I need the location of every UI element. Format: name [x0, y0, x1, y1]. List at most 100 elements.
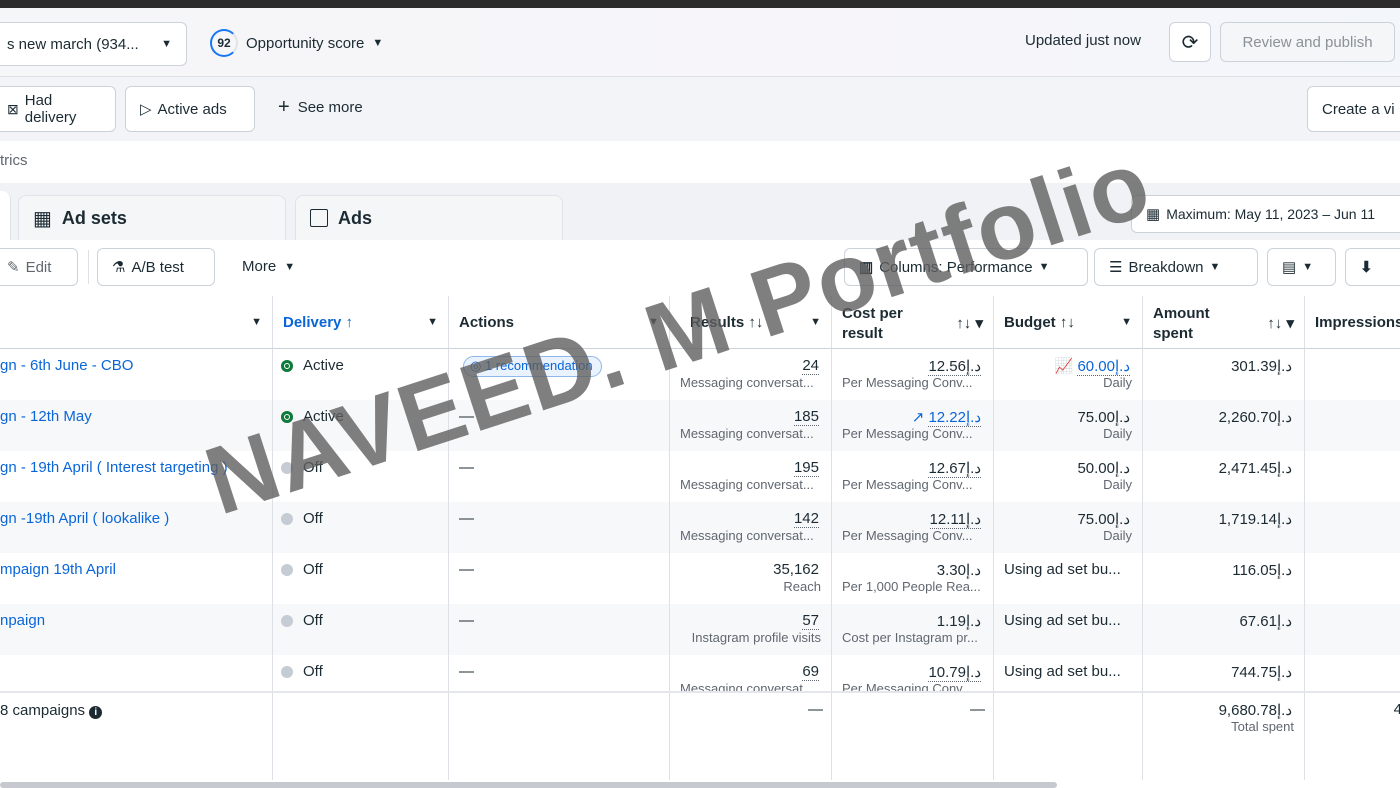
breakdown-button[interactable]: ☰ Breakdown ▼: [1094, 248, 1258, 286]
chevron-down-icon: ▼: [1209, 261, 1221, 273]
table-toolbar: ✎ Edit ⚗ A/B test More ▼ ▥ Columns: Perf…: [0, 240, 1400, 296]
budget-value[interactable]: 50.00د.إ: [1077, 459, 1130, 477]
table-row[interactable]: mpaign 19th April Off — 35,162 Reach 3.30…: [0, 553, 1400, 604]
chevron-down-icon: ▼: [1121, 316, 1132, 328]
toolbar-divider: [88, 250, 89, 284]
campaign-name-cell[interactable]: gn -19th April ( lookalike ): [0, 502, 273, 553]
column-header-budget[interactable]: Budget ↑↓ ▼: [994, 296, 1143, 349]
totals-row: 8 campaigns i — — 9,680.78د.إ Total spent…: [0, 691, 1400, 780]
column-header-name[interactable]: ▼: [0, 296, 273, 349]
result-value[interactable]: 69: [802, 663, 819, 681]
campaign-name-link[interactable]: gn - 19th April ( Interest targeting ): [0, 459, 228, 476]
result-value[interactable]: 24: [802, 357, 819, 375]
cost-value[interactable]: 12.56د.إ: [928, 357, 981, 376]
table-row[interactable]: gn - 19th April ( Interest targeting ) O…: [0, 451, 1400, 502]
budget-value[interactable]: 75.00د.إ: [1077, 408, 1130, 426]
table-row[interactable]: gn - 12th May Active — 185 Messaging conv…: [0, 400, 1400, 451]
filter-had-delivery[interactable]: ⊠ Had delivery: [0, 86, 116, 132]
recommendation-badge[interactable]: ◎ 1 recommendation: [463, 356, 602, 377]
horizontal-scrollbar[interactable]: [0, 782, 1057, 788]
campaign-name-cell[interactable]: gn - 12th May: [0, 400, 273, 451]
create-view-button[interactable]: Create a vi: [1307, 86, 1400, 132]
campaign-name-cell[interactable]: [0, 655, 273, 691]
tab-ads-label: Ads: [338, 207, 373, 228]
results-cell: 195 Messaging conversat...: [670, 451, 832, 502]
columns-icon: ▥: [859, 259, 874, 276]
column-header-cost-per-result[interactable]: Cost per result ↑↓ ▾: [832, 296, 994, 349]
result-type: Instagram profile visits: [691, 630, 821, 645]
flask-icon: ⚗: [112, 259, 126, 276]
cost-type: Per Messaging Conv...: [842, 477, 973, 492]
sort-icon: ↑↓ ▾: [956, 315, 983, 332]
refresh-button[interactable]: ⟳: [1169, 22, 1211, 62]
campaign-selector[interactable]: s new march (934... ▼: [0, 22, 187, 66]
delivery-cell: Off: [273, 451, 449, 502]
campaign-name-link[interactable]: mpaign 19th April: [0, 561, 116, 578]
column-header-delivery[interactable]: Delivery ↑ ▼: [273, 296, 449, 349]
campaign-name-link[interactable]: gn -19th April ( lookalike ): [0, 510, 169, 527]
budget-value[interactable]: 75.00د.إ: [1077, 510, 1130, 528]
column-header-results[interactable]: Results ↑↓ ▼: [670, 296, 832, 349]
campaign-name-cell[interactable]: gn - 19th April ( Interest targeting ): [0, 451, 273, 502]
date-range-picker[interactable]: ▦ Maximum: May 11, 2023 – Jun 11: [1131, 195, 1400, 233]
edit-button[interactable]: ✎ Edit: [0, 248, 78, 286]
actions-value: —: [459, 510, 474, 527]
opportunity-score-button[interactable]: 92 Opportunity score ▼: [210, 26, 383, 60]
totals-label: 8 campaigns: [0, 702, 86, 719]
column-header-amount-spent[interactable]: Amount spent ↑↓ ▾: [1143, 296, 1305, 349]
table-row[interactable]: gn -19th April ( lookalike ) Off — 142 Me…: [0, 502, 1400, 553]
more-button[interactable]: More ▼: [242, 258, 295, 275]
window-top-bar: [0, 0, 1400, 8]
filter-active-ads[interactable]: ▷ Active ads: [125, 86, 255, 132]
chevron-down-icon: ▼: [1302, 261, 1314, 273]
tab-ads[interactable]: Ads: [295, 195, 563, 240]
delivery-status: Off: [303, 663, 323, 680]
cost-value[interactable]: 12.67د.إ: [928, 459, 981, 478]
budget-cell: 75.00د.إ Daily: [994, 400, 1143, 451]
ab-test-button[interactable]: ⚗ A/B test: [97, 248, 215, 286]
budget-value-wrap[interactable]: 📈 60.00د.إ: [1055, 357, 1130, 376]
spent-cell: 1,719.14د.إ: [1143, 502, 1305, 553]
download-icon: ⬇: [1360, 259, 1373, 276]
cost-type: Per Messaging Conv...: [842, 375, 973, 390]
tab-campaigns[interactable]: [0, 191, 11, 240]
actions-value: —: [459, 459, 474, 476]
result-value[interactable]: 185: [793, 408, 819, 426]
actions-value: —: [459, 612, 474, 629]
info-icon[interactable]: i: [89, 706, 103, 719]
column-header-impressions[interactable]: Impressions: [1305, 296, 1400, 349]
campaign-name-link[interactable]: gn - 6th June - CBO: [0, 357, 133, 374]
budget-cell: Using ad set bu...: [994, 655, 1143, 691]
cost-value[interactable]: 12.11د.إ: [929, 510, 981, 529]
status-active-icon: [281, 360, 293, 373]
ads-icon: [310, 209, 328, 227]
table-row[interactable]: Off — 69 Messaging conversat... 10.79د.إ P…: [0, 655, 1400, 691]
columns-button[interactable]: ▥ Columns: Performance ▼: [844, 248, 1088, 286]
campaign-name-cell[interactable]: mpaign 19th April: [0, 553, 273, 604]
export-button[interactable]: ⬇: [1345, 248, 1400, 286]
reports-button[interactable]: ▤ ▼: [1267, 248, 1336, 286]
create-view-label: Create a vi: [1322, 100, 1395, 118]
table-row[interactable]: gn - 6th June - CBO Active ◎ 1 recommend…: [0, 349, 1400, 400]
cost-value-wrap[interactable]: ↗ 12.22د.إ: [912, 408, 981, 427]
actions-cell: —: [449, 604, 670, 655]
review-publish-button[interactable]: Review and publish: [1220, 22, 1395, 62]
result-value[interactable]: 57: [802, 612, 819, 630]
ad-sets-icon: ▦: [33, 207, 52, 230]
table-row[interactable]: npaign Off — 57 Instagram profile visits …: [0, 604, 1400, 655]
campaign-name-link[interactable]: gn - 12th May: [0, 408, 92, 425]
impressions-column: [1305, 349, 1400, 691]
cost-value[interactable]: 10.79د.إ: [928, 663, 981, 682]
campaign-name-cell[interactable]: gn - 6th June - CBO: [0, 349, 273, 400]
cost-type: Per Messaging Conv...: [842, 426, 973, 441]
result-value[interactable]: 142: [793, 510, 819, 528]
column-header-actions[interactable]: Actions ▼: [449, 296, 670, 349]
tab-ad-sets[interactable]: ▦ Ad sets: [18, 195, 286, 240]
result-value[interactable]: 195: [793, 459, 819, 477]
cost-cell: 1.19د.إ Cost per Instagram pr...: [832, 604, 994, 655]
see-more-button[interactable]: + See more: [278, 97, 363, 117]
campaign-name-cell[interactable]: npaign: [0, 604, 273, 655]
result-type: Messaging conversat...: [680, 681, 814, 691]
spent-cell: 2,260.70د.إ: [1143, 400, 1305, 451]
campaign-name-link[interactable]: npaign: [0, 612, 45, 629]
